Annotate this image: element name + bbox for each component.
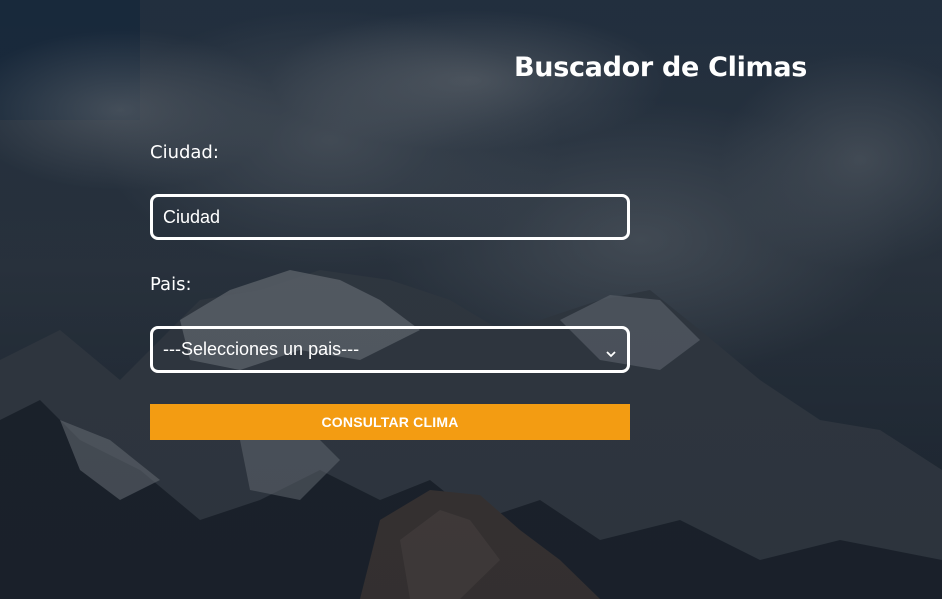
country-label: Pais: (150, 274, 192, 295)
chevron-down-icon (605, 344, 617, 357)
page-title: Buscador de Climas (514, 52, 808, 83)
city-input[interactable] (150, 194, 630, 240)
consult-weather-button[interactable]: CONSULTAR CLIMA (150, 404, 630, 440)
country-select[interactable]: ---Selecciones un pais--- (150, 326, 630, 373)
city-label: Ciudad: (150, 142, 219, 163)
consult-weather-button-label: CONSULTAR CLIMA (321, 414, 459, 430)
country-select-value: ---Selecciones un pais--- (163, 339, 360, 359)
weather-search-form: Buscador de Climas Ciudad: Pais: ---Sele… (0, 0, 942, 599)
